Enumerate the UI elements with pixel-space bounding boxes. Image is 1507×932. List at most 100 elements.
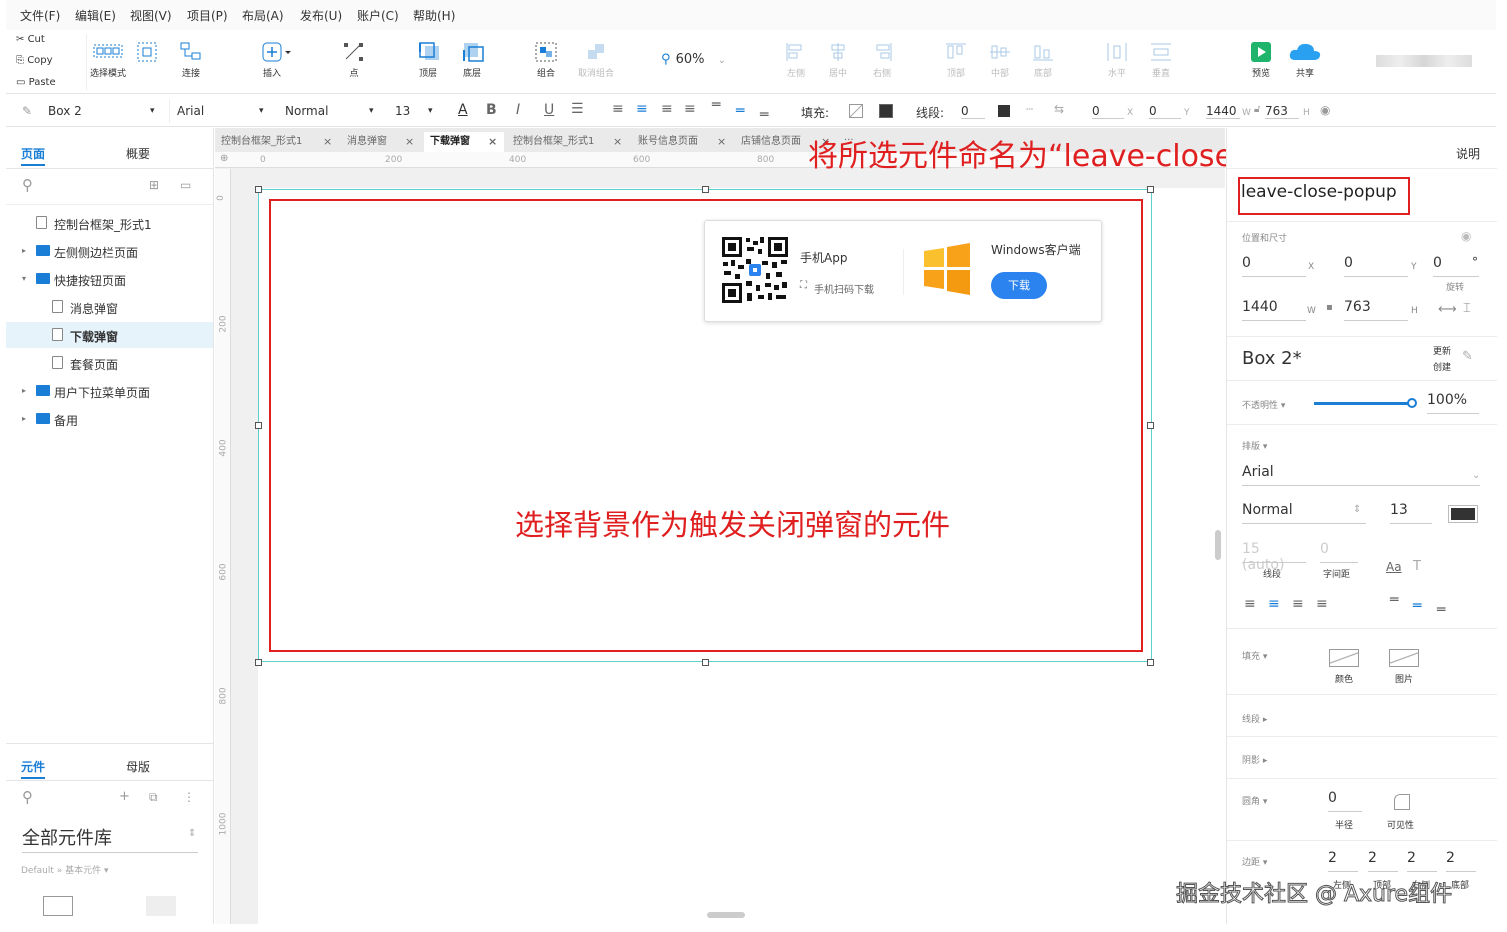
y-input[interactable]: 0 [1149,104,1181,119]
align-right-button[interactable]: 右侧 [860,42,904,79]
align-text-center-icon[interactable]: ≡ [1268,596,1280,612]
fill-color-swatch[interactable] [849,104,863,118]
x-input[interactable]: 0 [1242,255,1306,277]
paste-button[interactable]: ▭ Paste [16,77,56,88]
folder-item[interactable]: ▸ 左侧侧边栏页面 [6,238,213,264]
font-color-icon[interactable]: A [458,102,468,118]
download-button[interactable]: 下载 [991,272,1047,299]
bullet-list-icon[interactable]: ☰ [571,101,584,117]
align-left-button[interactable]: 左侧 [774,42,818,79]
folder-item[interactable]: ▸ 用户下拉菜单页面 [6,378,213,404]
menu-file[interactable]: 文件(F) [20,7,60,24]
tab-notes[interactable]: 说明 [1456,145,1480,162]
height-input[interactable]: 763 [1344,299,1408,321]
menu-view[interactable]: 视图(V) [130,7,172,24]
widget-placeholder[interactable] [146,896,176,916]
connect-button[interactable]: 连接 [169,42,213,79]
lock-icon[interactable]: 🔓︎ [1254,104,1260,115]
resize-handle[interactable] [1147,186,1154,193]
align-center-button[interactable]: 居中 [816,42,860,79]
tab-page-active[interactable]: 下载弹窗 × [424,132,504,152]
bring-to-top-button[interactable]: 顶层 [406,42,450,79]
share-button[interactable]: 共享 [1283,42,1327,79]
tab-page[interactable]: 控制台框架_形式1 × [507,132,629,152]
shadow-section[interactable]: 阴影 ▸ [1242,753,1267,766]
align-text-justify-icon[interactable]: ≡ [684,101,696,117]
height-input[interactable]: 763 [1265,104,1299,119]
stroke-pattern-icon[interactable]: ┄ [1026,102,1033,116]
text-shadow-icon[interactable]: T [1413,559,1421,574]
lock-icon[interactable]: ▪ [1326,302,1333,313]
font-size-input[interactable]: 13 [1390,502,1432,524]
resize-handle[interactable] [702,659,709,666]
align-text-right-icon[interactable]: ≡ [661,101,673,117]
element-name-select[interactable]: Box 2 [48,104,82,118]
fill-shadow-swatch[interactable] [879,104,893,118]
align-text-left-icon[interactable]: ≡ [612,101,624,117]
font-size-select[interactable]: 13 [395,104,410,118]
account-avatar[interactable] [1376,55,1472,67]
menu-edit[interactable]: 编辑(E) [75,7,116,24]
align-text-right-icon[interactable]: ≡ [1292,596,1304,612]
group-button[interactable]: 组合 [524,42,568,79]
resize-handle[interactable] [255,659,262,666]
select-mode-button[interactable]: 选择模式 [86,42,130,79]
x-input[interactable]: 0 [1092,104,1124,119]
page-item[interactable]: 套餐页面 [6,350,213,376]
font-weight-select[interactable]: Normal [1242,502,1366,524]
add-library-icon[interactable]: + [119,789,130,804]
tab-pages[interactable]: 页面 [21,145,46,166]
close-icon[interactable]: × [717,135,726,148]
letter-spacing-input[interactable]: 0 [1320,541,1358,563]
bold-icon[interactable]: B [486,102,497,118]
eye-icon[interactable]: ◉ [1320,103,1330,117]
line-height-input[interactable]: 15 (auto) [1242,541,1306,573]
menu-layout[interactable]: 布局(A) [242,7,284,24]
menu-project[interactable]: 项目(P) [187,7,228,24]
resize-handle[interactable] [1147,659,1154,666]
valign-bottom-icon[interactable]: ═ [760,107,768,123]
corner-radius-input[interactable]: 0 [1328,790,1362,812]
tab-outline[interactable]: 概要 [126,145,150,162]
stroke-width-input[interactable]: 0 [961,104,985,119]
menu-account[interactable]: 账户(C) [357,7,399,24]
close-icon[interactable]: × [405,135,414,148]
tab-widgets[interactable]: 元件 [21,758,46,779]
width-input[interactable]: 1440 [1206,104,1240,119]
align-middle-button[interactable]: 中部 [978,42,1022,79]
ungroup-button[interactable]: 取消组合 [574,42,618,79]
page-item-selected[interactable]: 下载弹窗 [6,322,213,348]
widget-box[interactable] [43,896,73,916]
edit-style-icon[interactable]: ✎ [1462,349,1473,364]
font-weight-select[interactable]: Normal [285,104,328,118]
align-text-justify-icon[interactable]: ≡ [1316,596,1328,612]
scrollbar-vertical[interactable] [1215,530,1221,560]
distribute-vertical-button[interactable]: 垂直 [1139,42,1183,79]
fill-color-swatch[interactable] [1329,649,1359,667]
point-button[interactable]: 点 [332,42,376,79]
resize-handle[interactable] [255,422,262,429]
tab-page[interactable]: 控制台框架_形式1 × [215,132,338,152]
zoom-control[interactable]: ⚲ 60% ⌄ [661,48,726,67]
tab-page[interactable]: 消息弹窗 × [341,132,421,152]
folder-item[interactable]: ▾ 快捷按钮页面 [6,266,213,292]
fit-width-icon[interactable]: ⟷ [1438,302,1457,317]
text-case-icon[interactable]: Aa [1386,560,1402,574]
add-folder-icon[interactable]: ▭ [180,178,191,192]
element-name-input[interactable]: leave-close-popup [1241,182,1397,202]
align-bottom-button[interactable]: 底部 [1021,42,1065,79]
library-stack-icon[interactable]: ⧉ [149,790,158,805]
valign-bottom-icon[interactable]: ═ [1437,602,1445,618]
padding-bottom-input[interactable]: 2 [1446,850,1476,872]
valign-top-icon[interactable]: ═ [1390,592,1398,608]
align-top-button[interactable]: 顶部 [934,42,978,79]
copy-button[interactable]: ⎘ Copy [16,55,53,66]
fill-image-swatch[interactable] [1389,649,1419,667]
library-select[interactable]: 全部元件库 [22,824,198,853]
resize-handle[interactable] [702,186,709,193]
page-item[interactable]: 消息弹窗 [6,294,213,320]
more-vertical-icon[interactable]: ⋮ [183,790,195,804]
tab-page[interactable]: 账号信息页面 × [632,132,732,152]
padding-left-input[interactable]: 2 [1328,850,1358,872]
close-icon[interactable]: × [323,135,332,148]
